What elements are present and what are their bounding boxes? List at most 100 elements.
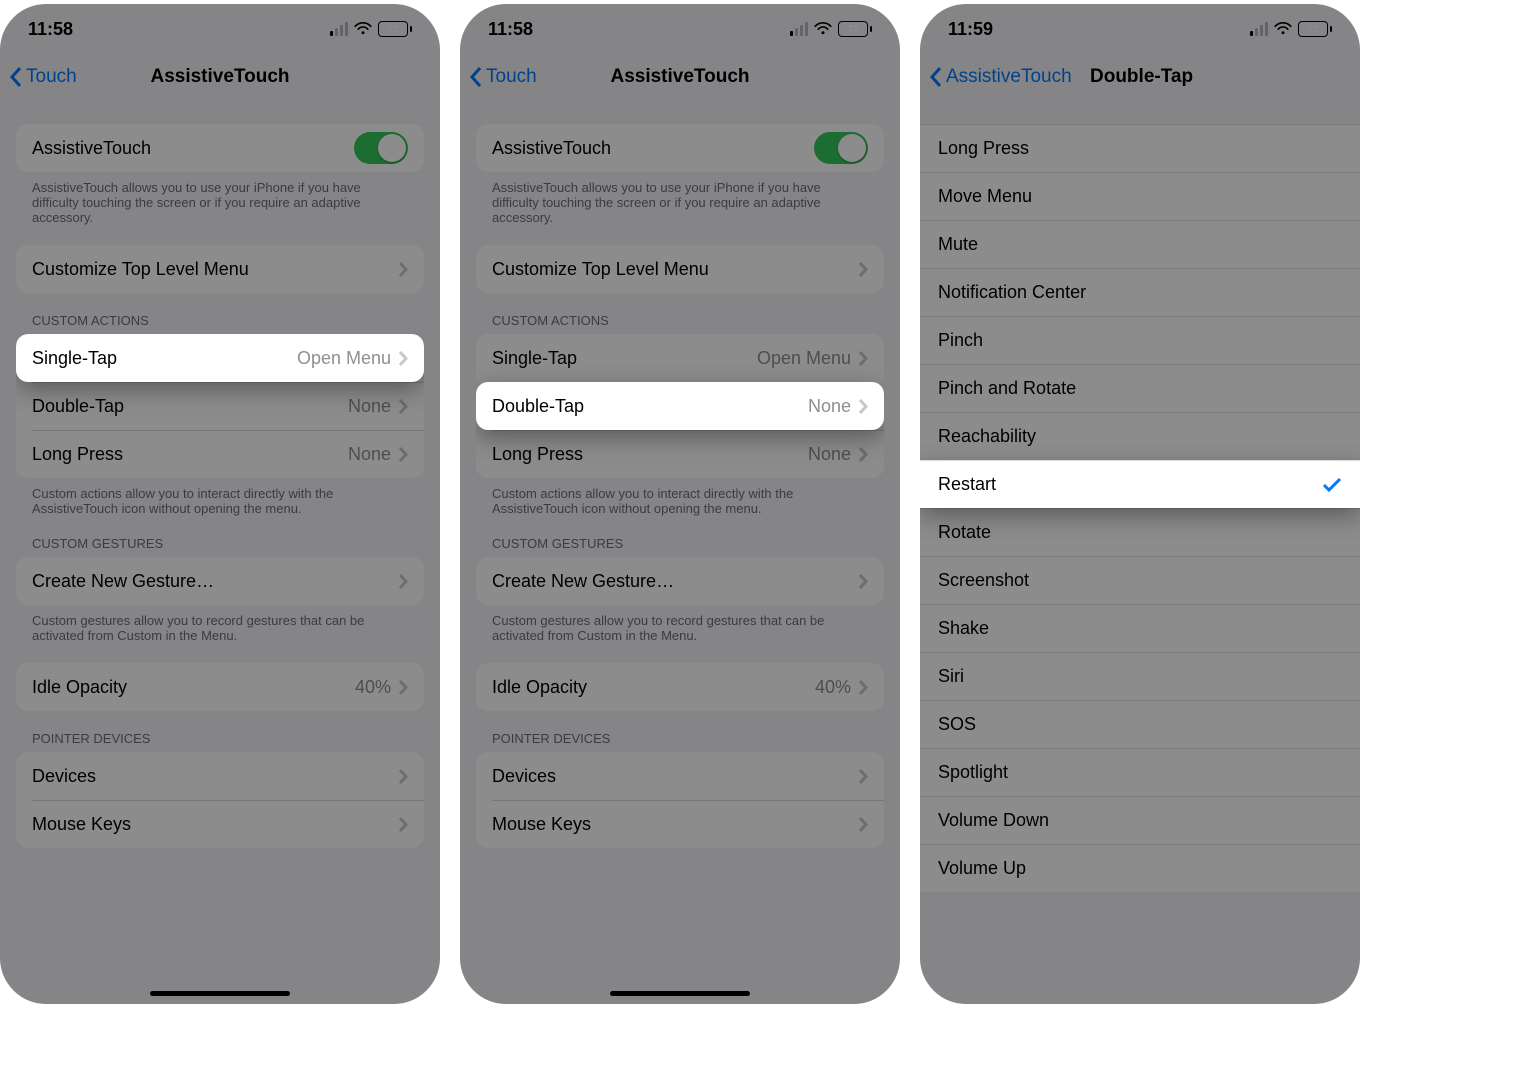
customize-top-level-menu-row[interactable]: Customize Top Level Menu <box>16 245 424 293</box>
chevron-right-icon <box>859 769 868 784</box>
custom-actions-header: CUSTOM ACTIONS <box>476 313 884 334</box>
nav-bar: Touch AssistiveTouch <box>460 54 900 100</box>
option-label: Siri <box>938 666 1342 687</box>
back-button[interactable]: Touch <box>10 66 77 88</box>
option-row[interactable]: Pinch <box>920 316 1360 364</box>
mouse-keys-row[interactable]: Mouse Keys <box>476 800 884 848</box>
option-row[interactable]: Restart <box>920 460 1360 508</box>
option-row[interactable]: Long Press <box>920 124 1360 172</box>
option-label: Mute <box>938 234 1342 255</box>
idle-opacity-row[interactable]: Idle Opacity 40% <box>16 663 424 711</box>
chevron-right-icon <box>399 447 408 462</box>
page-title: Double-Tap <box>1090 66 1193 88</box>
option-label: Move Menu <box>938 186 1342 207</box>
option-row[interactable]: Notification Center <box>920 268 1360 316</box>
mouse-keys-row[interactable]: Mouse Keys <box>16 800 424 848</box>
option-row[interactable]: Spotlight <box>920 748 1360 796</box>
pointer-devices-header: POINTER DEVICES <box>16 731 424 752</box>
custom-gestures-footer: Custom gestures allow you to record gest… <box>476 605 884 643</box>
create-new-gesture-row[interactable]: Create New Gesture… <box>476 557 884 605</box>
phone-screen-1: 11:58 72 Touch AssistiveTouch <box>0 4 440 1004</box>
option-row[interactable]: Shake <box>920 604 1360 652</box>
toggle-footer: AssistiveTouch allows you to use your iP… <box>16 172 424 225</box>
option-row[interactable]: Volume Up <box>920 844 1360 892</box>
cellular-icon <box>790 22 808 36</box>
chevron-right-icon <box>399 680 408 695</box>
options-list: Long Press Move Menu Mute Notification Cent… <box>920 124 1360 1004</box>
option-row[interactable]: Reachability <box>920 412 1360 460</box>
chevron-right-icon <box>399 351 408 366</box>
chevron-right-icon <box>859 399 868 414</box>
battery-level: 72 <box>1307 24 1318 35</box>
battery-level: 72 <box>847 24 858 35</box>
nav-bar: Touch AssistiveTouch <box>0 54 440 100</box>
option-label: Reachability <box>938 426 1342 447</box>
double-tap-row[interactable]: Double-Tap None <box>476 382 884 430</box>
custom-actions-footer: Custom actions allow you to interact dir… <box>476 478 884 516</box>
customize-top-level-menu-row[interactable]: Customize Top Level Menu <box>476 245 884 293</box>
home-indicator[interactable] <box>610 991 750 996</box>
status-bar: 11:58 72 <box>460 4 900 54</box>
toggle-footer: AssistiveTouch allows you to use your iP… <box>476 172 884 225</box>
devices-row[interactable]: Devices <box>16 752 424 800</box>
back-button[interactable]: Touch <box>470 66 537 88</box>
chevron-right-icon <box>859 817 868 832</box>
battery-icon: 72 <box>1298 21 1332 37</box>
chevron-left-icon <box>470 67 482 87</box>
create-new-gesture-row[interactable]: Create New Gesture… <box>16 557 424 605</box>
option-row[interactable]: Siri <box>920 652 1360 700</box>
option-label: Long Press <box>938 138 1342 159</box>
phone-screen-2: 11:58 72 Touch AssistiveTouch <box>460 4 900 1004</box>
back-label: Touch <box>486 66 537 88</box>
nav-bar: AssistiveTouch Double-Tap <box>920 54 1360 100</box>
option-label: Volume Up <box>938 858 1342 879</box>
chevron-left-icon <box>930 67 942 87</box>
chevron-right-icon <box>859 447 868 462</box>
chevron-right-icon <box>859 351 868 366</box>
chevron-right-icon <box>399 769 408 784</box>
double-tap-row[interactable]: Double-Tap None <box>16 382 424 430</box>
option-row[interactable]: Mute <box>920 220 1360 268</box>
option-row[interactable]: Pinch and Rotate <box>920 364 1360 412</box>
wifi-icon <box>354 22 372 36</box>
option-label: SOS <box>938 714 1342 735</box>
custom-actions-header: CUSTOM ACTIONS <box>16 313 424 334</box>
chevron-right-icon <box>399 399 408 414</box>
option-row[interactable]: SOS <box>920 700 1360 748</box>
back-button[interactable]: AssistiveTouch <box>930 66 1072 88</box>
idle-opacity-row[interactable]: Idle Opacity 40% <box>476 663 884 711</box>
option-row[interactable]: Rotate <box>920 508 1360 556</box>
custom-gestures-header: CUSTOM GESTURES <box>476 536 884 557</box>
toggle-label: AssistiveTouch <box>492 138 814 159</box>
single-tap-row[interactable]: Single-Tap Open Menu <box>476 334 884 382</box>
option-label: Screenshot <box>938 570 1342 591</box>
toggle-switch[interactable] <box>354 132 408 164</box>
devices-row[interactable]: Devices <box>476 752 884 800</box>
custom-gestures-header: CUSTOM GESTURES <box>16 536 424 557</box>
option-label: Restart <box>938 474 1322 495</box>
long-press-row[interactable]: Long Press None <box>476 430 884 478</box>
wifi-icon <box>1274 22 1292 36</box>
single-tap-row[interactable]: Single-Tap Open Menu <box>16 334 424 382</box>
back-label: AssistiveTouch <box>946 66 1072 88</box>
option-row[interactable]: Volume Down <box>920 796 1360 844</box>
check-icon <box>1322 477 1342 493</box>
cellular-icon <box>1250 22 1268 36</box>
option-row[interactable]: Move Menu <box>920 172 1360 220</box>
toggle-switch[interactable] <box>814 132 868 164</box>
assistivetouch-toggle-row[interactable]: AssistiveTouch <box>16 124 424 172</box>
long-press-row[interactable]: Long Press None <box>16 430 424 478</box>
chevron-right-icon <box>859 574 868 589</box>
option-label: Shake <box>938 618 1342 639</box>
option-label: Rotate <box>938 522 1342 543</box>
chevron-left-icon <box>10 67 22 87</box>
assistivetouch-toggle-row[interactable]: AssistiveTouch <box>476 124 884 172</box>
custom-actions-footer: Custom actions allow you to interact dir… <box>16 478 424 516</box>
option-row[interactable]: Screenshot <box>920 556 1360 604</box>
battery-level: 72 <box>387 24 398 35</box>
home-indicator[interactable] <box>150 991 290 996</box>
chevron-right-icon <box>859 262 868 277</box>
status-time: 11:59 <box>948 19 993 40</box>
option-label: Pinch <box>938 330 1342 351</box>
wifi-icon <box>814 22 832 36</box>
